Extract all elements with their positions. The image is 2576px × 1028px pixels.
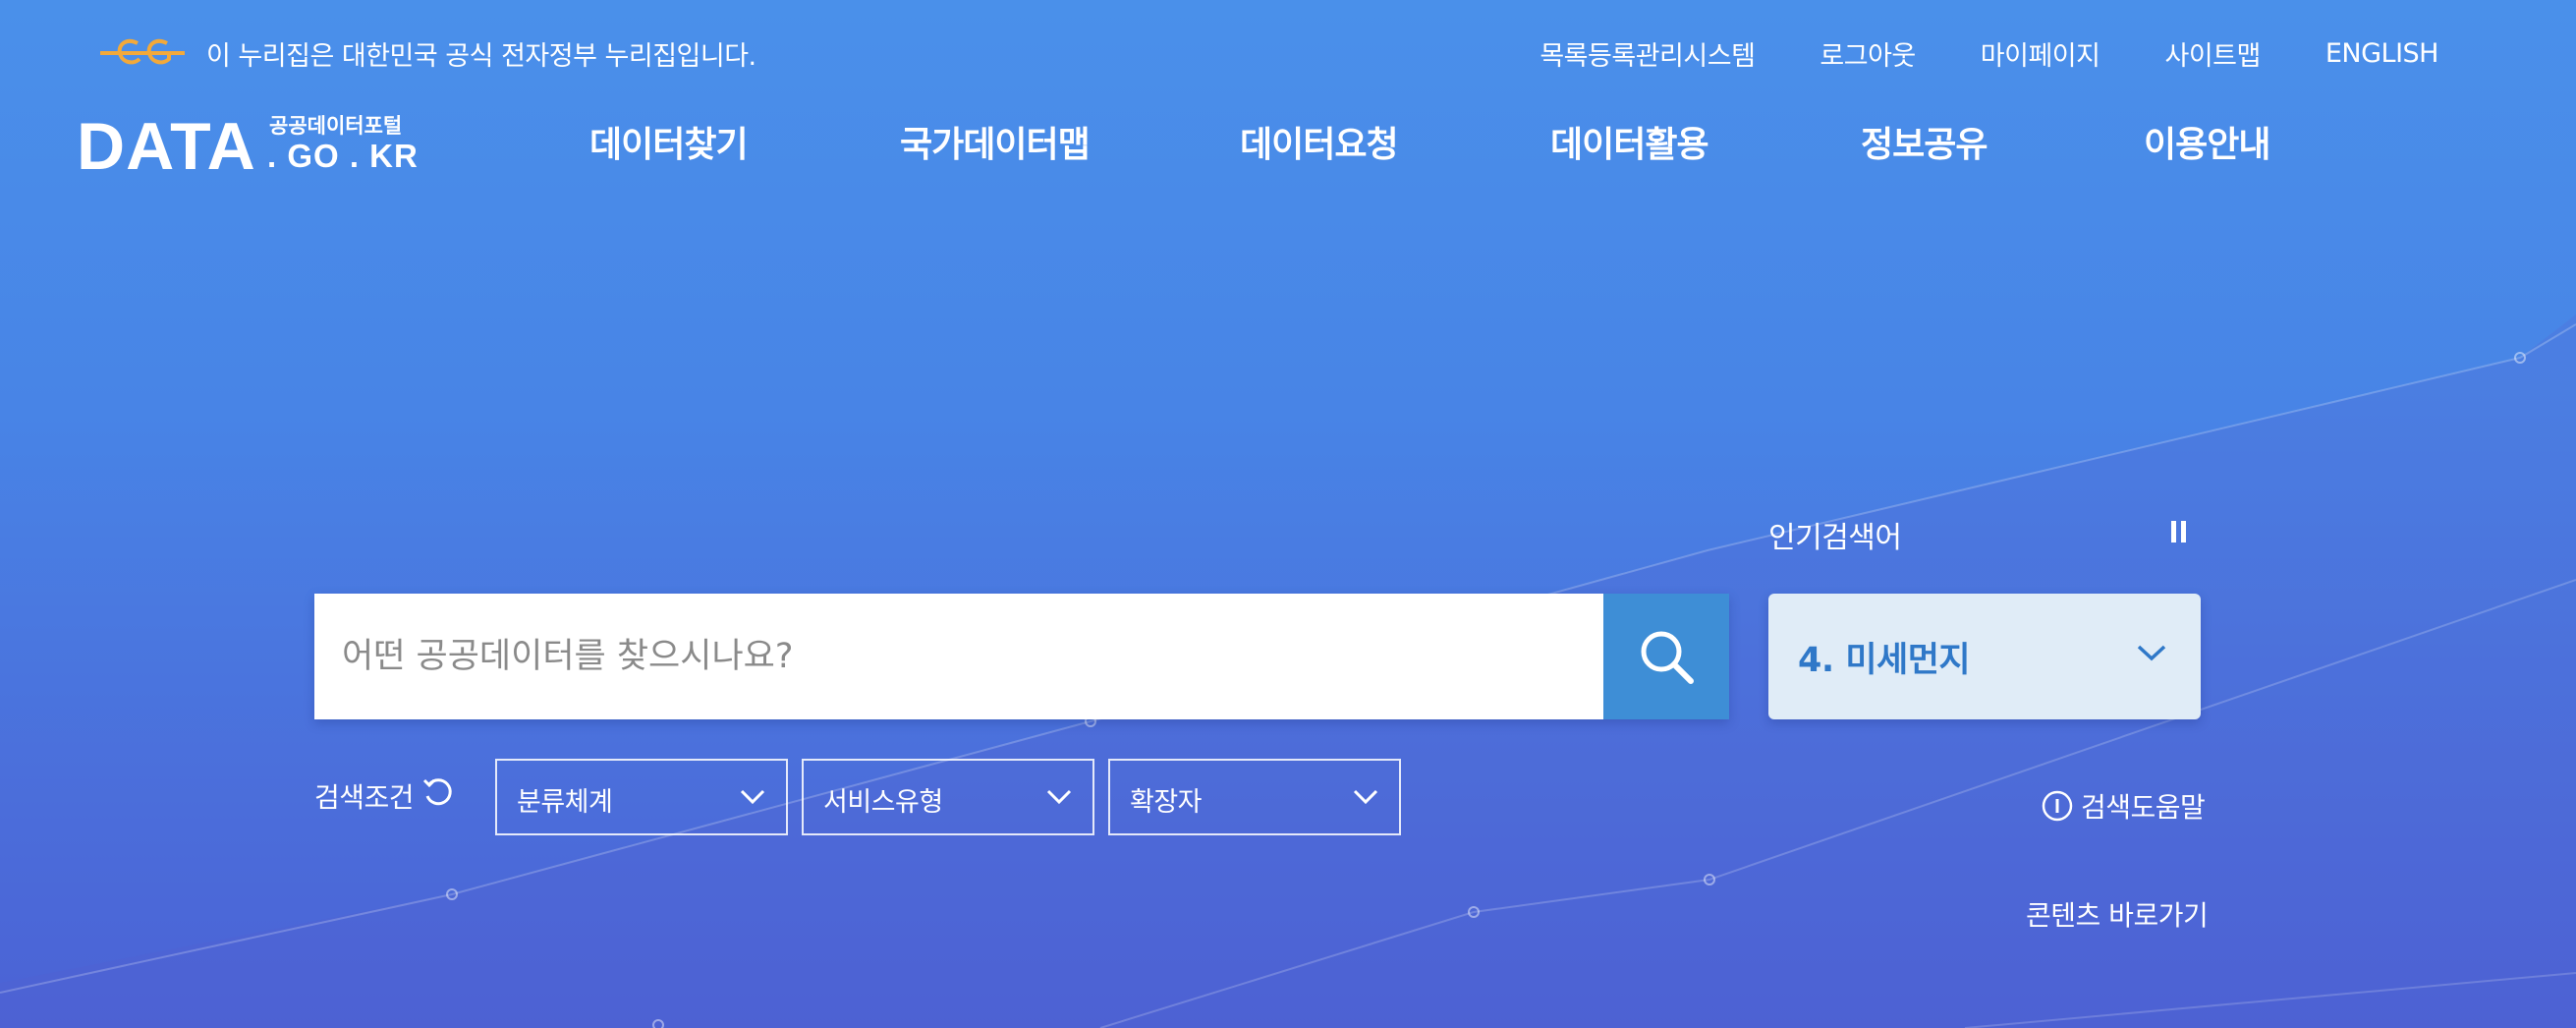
- logo-domain-text: . GO . KR: [267, 138, 419, 174]
- search-button[interactable]: [1603, 594, 1729, 719]
- nav-data-utilization[interactable]: 데이터활용: [1550, 116, 1709, 167]
- search-box: [314, 594, 1729, 719]
- category-select-value: 분류체계: [517, 787, 613, 818]
- search-input[interactable]: [314, 594, 1601, 719]
- service-type-select-value: 서비스유형: [823, 787, 943, 818]
- pause-icon: [2171, 521, 2176, 543]
- pause-rolling-button[interactable]: [2171, 521, 2191, 546]
- chevron-down-icon: [740, 789, 765, 805]
- util-link-mypage[interactable]: 마이페이지: [1981, 34, 2100, 73]
- util-link-logout[interactable]: 로그아웃: [1820, 34, 1916, 73]
- popular-keyword-dropdown[interactable]: 4. 미세먼지: [1768, 594, 2201, 719]
- extension-select[interactable]: 확장자: [1108, 759, 1401, 835]
- gov-notice-text: 이 누리집은 대한민국 공식 전자정부 누리집입니다.: [206, 40, 756, 72]
- nav-national-data-map[interactable]: 국가데이터맵: [900, 116, 1091, 167]
- reset-icon[interactable]: [420, 774, 456, 810]
- chevron-down-icon: [1353, 789, 1378, 805]
- logo-main-text: DATA: [77, 109, 256, 184]
- gov-notice: 이 누리집은 대한민국 공식 전자정부 누리집입니다.: [98, 33, 756, 73]
- popular-keyword-current: 4. 미세먼지: [1798, 640, 1971, 680]
- util-link-sitemap[interactable]: 사이트맵: [2164, 34, 2261, 73]
- info-icon: [2042, 790, 2073, 822]
- search-help-label: 검색도움말: [2081, 791, 2206, 824]
- util-link-english[interactable]: ENGLISH: [2325, 38, 2439, 69]
- skip-to-content-link[interactable]: 콘텐츠 바로가기: [2026, 894, 2209, 934]
- service-type-select[interactable]: 서비스유형: [802, 759, 1094, 835]
- chevron-down-icon: [2137, 645, 2166, 661]
- search-conditions-label: 검색조건: [314, 781, 415, 814]
- nav-find-data[interactable]: 데이터찾기: [589, 116, 749, 167]
- utility-nav: 목록등록관리시스템 로그아웃 마이페이지 사이트맵 ENGLISH: [1475, 33, 2438, 73]
- search-help-link[interactable]: 검색도움말: [2042, 786, 2206, 826]
- nav-guide[interactable]: 이용안내: [2144, 116, 2270, 167]
- extension-select-value: 확장자: [1130, 787, 1203, 818]
- popular-keywords-label: 인기검색어: [1768, 521, 1902, 555]
- util-link-catalog-system[interactable]: 목록등록관리시스템: [1540, 34, 1756, 73]
- chevron-down-icon: [1046, 789, 1072, 805]
- nav-data-request[interactable]: 데이터요청: [1240, 116, 1399, 167]
- search-icon: [1641, 631, 1694, 684]
- egov-logo-icon: [100, 38, 185, 65]
- logo-sub-text: 공공데이터포털: [269, 114, 403, 138]
- nav-info-share[interactable]: 정보공유: [1861, 116, 1988, 167]
- category-select[interactable]: 분류체계: [495, 759, 788, 835]
